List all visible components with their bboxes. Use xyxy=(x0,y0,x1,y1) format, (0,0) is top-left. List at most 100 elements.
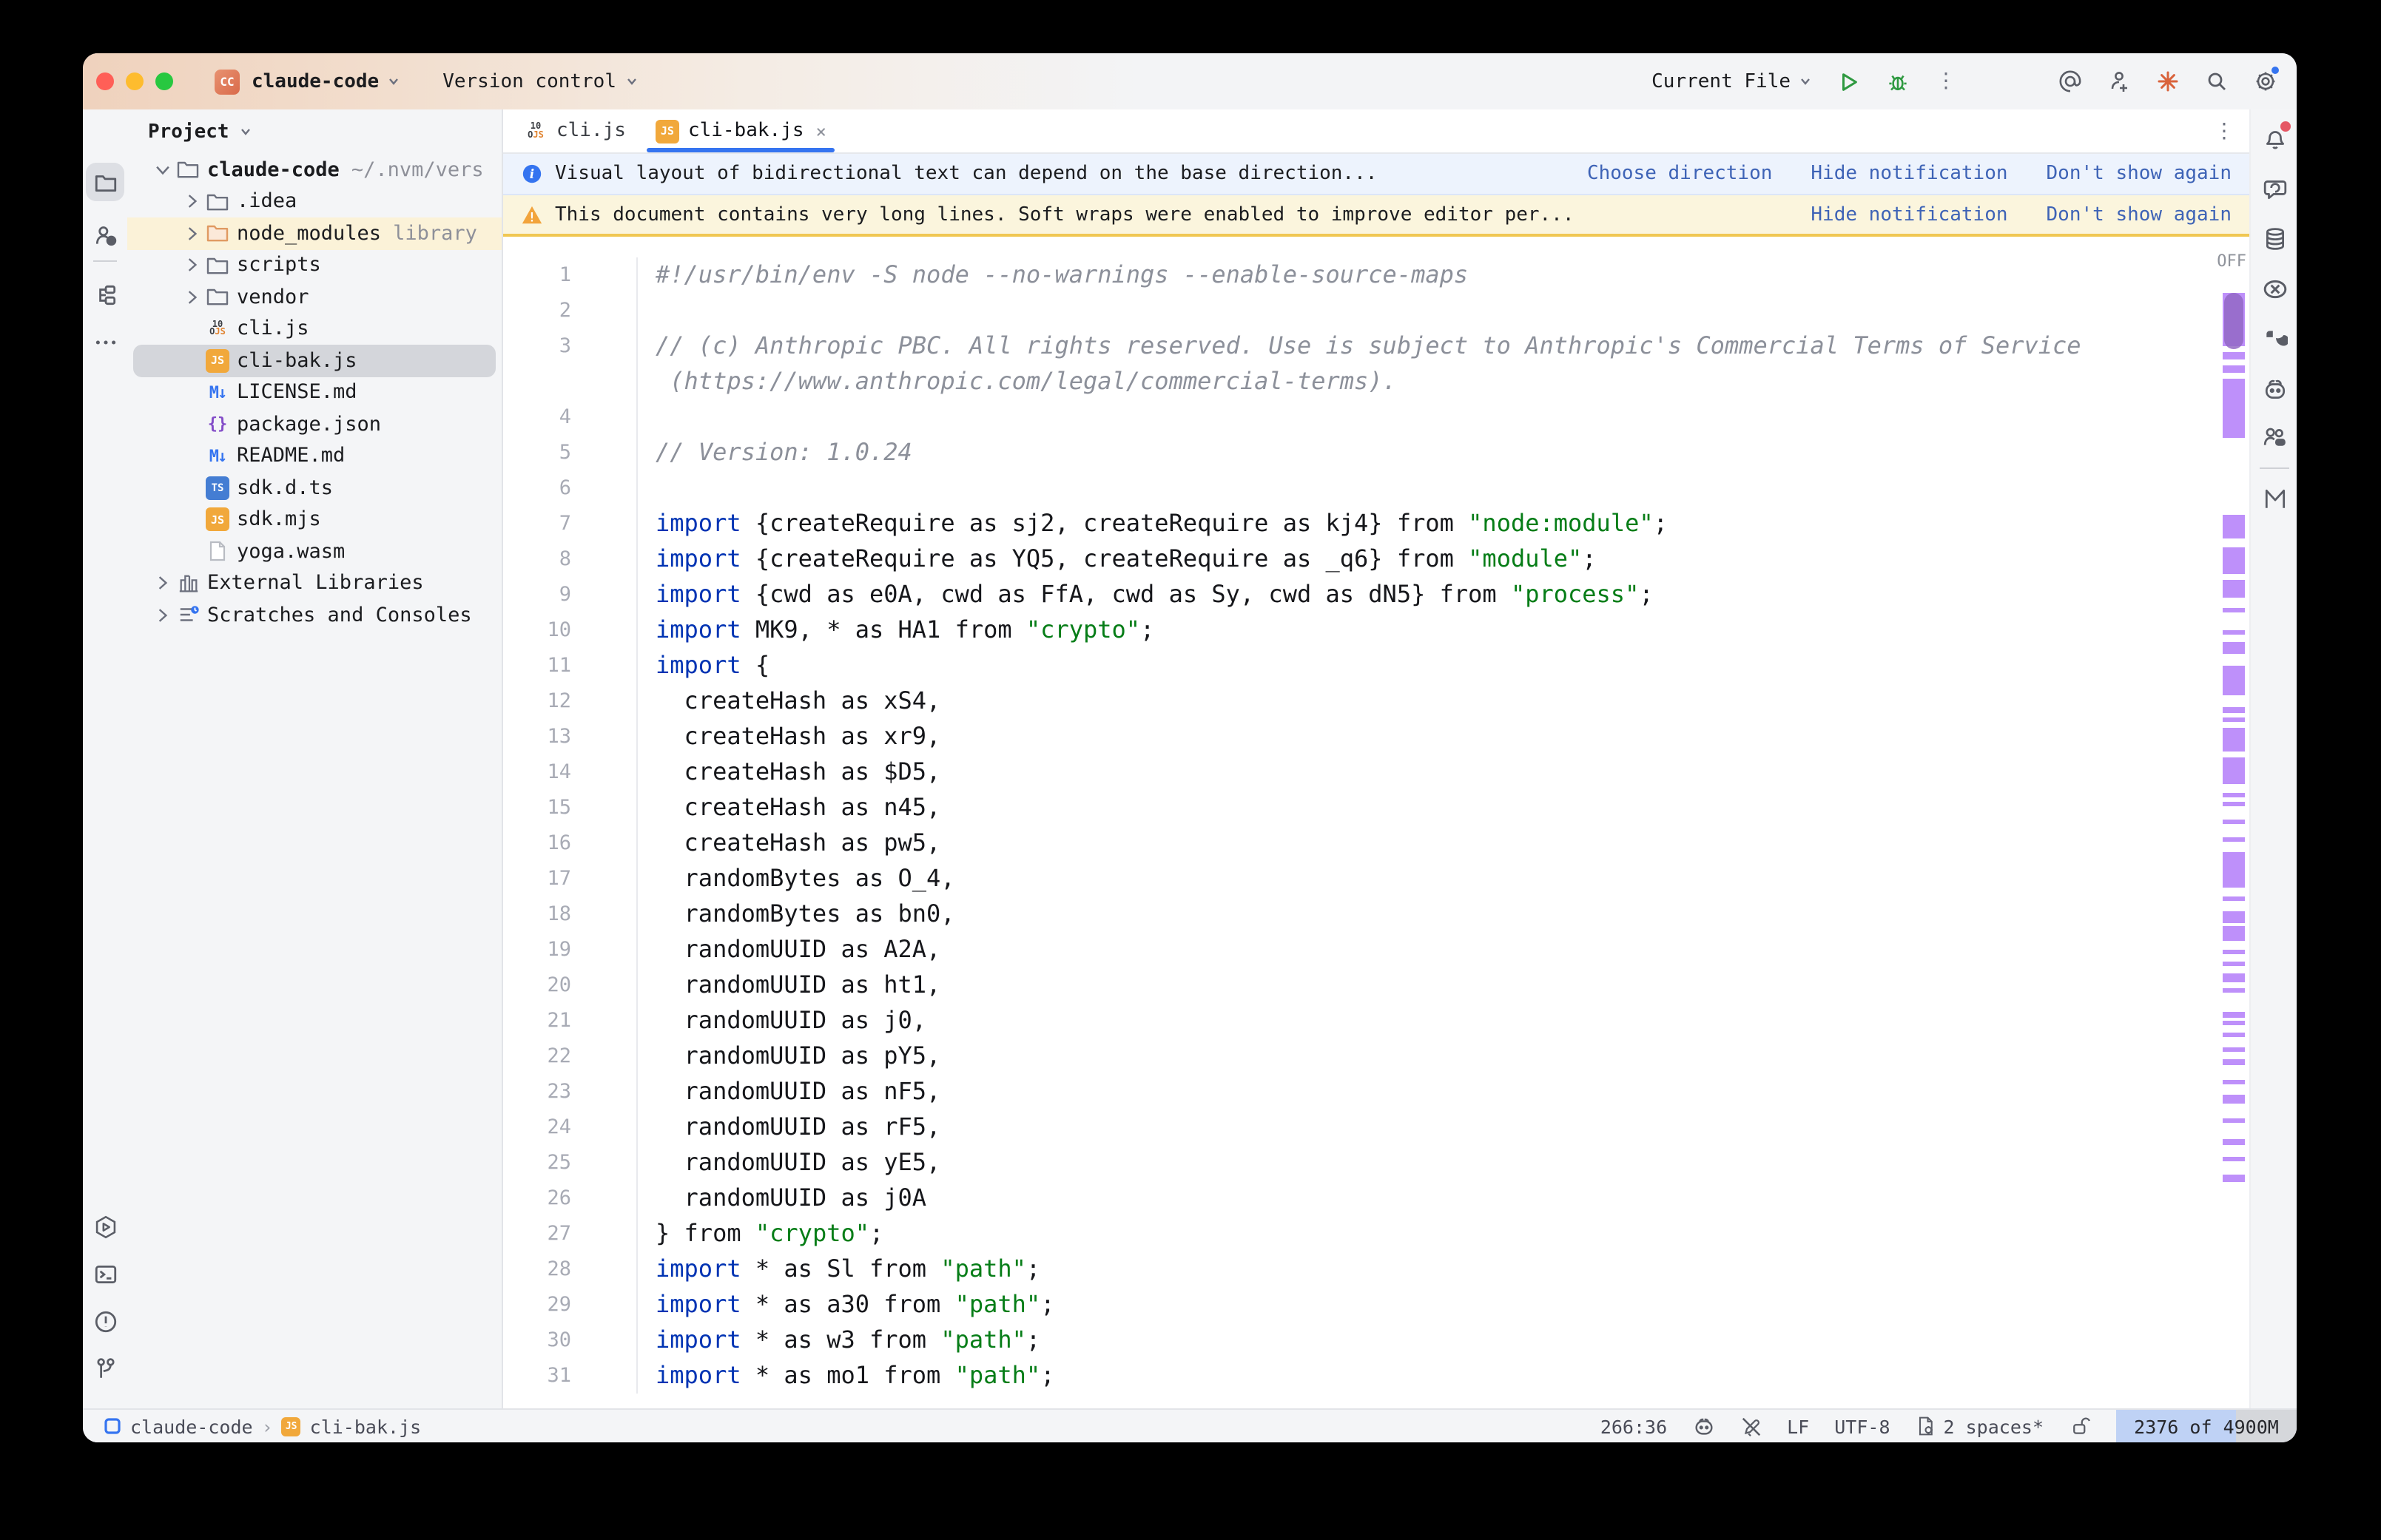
dont-show-again-link[interactable]: Don't show again xyxy=(2047,203,2232,226)
line-number[interactable]: 7 xyxy=(503,506,638,541)
run-icon[interactable] xyxy=(1835,68,1862,95)
line-number[interactable]: 3 xyxy=(503,328,638,364)
problems-tool-button[interactable] xyxy=(86,1302,124,1340)
tree-item-package-json[interactable]: {}package.json xyxy=(127,408,502,440)
line-number[interactable]: 21 xyxy=(503,1003,638,1039)
tree-item-sdk-d-ts[interactable]: TSsdk.d.ts xyxy=(127,472,502,504)
line-number[interactable]: 15 xyxy=(503,790,638,825)
services-tool-button[interactable] xyxy=(86,1207,124,1246)
line-number[interactable]: 29 xyxy=(503,1287,638,1323)
line-number[interactable]: 1 xyxy=(503,257,638,293)
ai-assistant-icon[interactable] xyxy=(2261,175,2288,201)
pinwheel-icon[interactable] xyxy=(2261,325,2288,352)
add-user-icon[interactable] xyxy=(2106,68,2132,95)
code-with-me-icon[interactable] xyxy=(2261,423,2288,450)
caret-position-widget[interactable]: 266:36 xyxy=(1600,1415,1667,1437)
line-number[interactable]: 20 xyxy=(503,967,638,1003)
code-editor[interactable]: 1#!/usr/bin/env -S node --no-warnings --… xyxy=(503,237,2249,1408)
burst-icon[interactable] xyxy=(2155,68,2181,95)
line-number[interactable]: 4 xyxy=(503,399,638,435)
chevron-right-icon[interactable] xyxy=(181,254,204,277)
unlocked-icon[interactable] xyxy=(2069,1415,2091,1437)
breadcrumb-file[interactable]: cli-bak.js xyxy=(310,1415,422,1437)
line-number[interactable]: 17 xyxy=(503,861,638,896)
scrollbar-thumb[interactable] xyxy=(2224,293,2243,349)
tree-item-vendor[interactable]: vendor xyxy=(127,281,502,313)
tab-options-icon[interactable]: ⋮ xyxy=(2214,119,2234,143)
line-number[interactable]: 23 xyxy=(503,1074,638,1110)
bot-icon[interactable] xyxy=(2261,376,2288,402)
line-number[interactable]: 9 xyxy=(503,577,638,612)
tab-cli-js[interactable]: 10OJS cli.js xyxy=(509,109,641,152)
memory-indicator-widget[interactable]: 2376 of 4900M xyxy=(2116,1410,2297,1442)
terminal-tool-button[interactable] xyxy=(86,1254,124,1293)
chevron-right-icon[interactable] xyxy=(181,190,204,214)
chevron-down-icon[interactable] xyxy=(151,158,175,182)
structure-tool-button[interactable] xyxy=(86,275,124,314)
circled-x-icon[interactable] xyxy=(2261,275,2288,302)
line-number[interactable]: 12 xyxy=(503,683,638,719)
git-tool-button[interactable] xyxy=(86,1349,124,1388)
database-icon[interactable] xyxy=(2261,225,2288,251)
project-selector[interactable]: claude-code xyxy=(252,70,401,92)
chevron-right-icon[interactable] xyxy=(151,604,175,627)
line-number[interactable]: 8 xyxy=(503,541,638,577)
tree-item-cli-bak-js[interactable]: JScli-bak.js xyxy=(127,345,502,376)
tree-item-external-libraries[interactable]: External Libraries xyxy=(127,567,502,599)
more-tools-button[interactable] xyxy=(86,322,124,361)
tree-item-readme-md[interactable]: M↓README.md xyxy=(127,440,502,472)
dont-show-again-link[interactable]: Don't show again xyxy=(2047,163,2232,185)
copilot-icon[interactable] xyxy=(1692,1415,1714,1437)
line-number[interactable]: 30 xyxy=(503,1323,638,1358)
chevron-right-icon[interactable] xyxy=(151,572,175,595)
line-number[interactable]: 10 xyxy=(503,612,638,648)
tree-item-sdk-mjs[interactable]: JSsdk.mjs xyxy=(127,504,502,536)
pull-requests-tool-button[interactable]: ? xyxy=(86,216,124,254)
line-number[interactable]: 5 xyxy=(503,435,638,470)
line-number[interactable]: 25 xyxy=(503,1145,638,1181)
notifications-bell-icon[interactable] xyxy=(2261,124,2288,151)
line-number[interactable]: 27 xyxy=(503,1216,638,1252)
project-tool-button[interactable] xyxy=(86,163,124,201)
line-number[interactable]: 26 xyxy=(503,1181,638,1216)
tree-item-scripts[interactable]: scripts xyxy=(127,249,502,281)
editor-scrollbar-stripe[interactable]: OFF xyxy=(2220,237,2249,1408)
line-number[interactable]: 2 xyxy=(503,293,638,328)
line-number[interactable]: 28 xyxy=(503,1252,638,1287)
tab-cli-bak-js[interactable]: JS cli-bak.js × xyxy=(641,109,841,152)
mention-icon[interactable] xyxy=(2057,68,2084,95)
debug-icon[interactable] xyxy=(1884,68,1910,95)
minimize-window-button[interactable] xyxy=(126,72,144,90)
tree-item-claude-code[interactable]: claude-code~/.nvm/vers xyxy=(127,154,502,186)
line-number[interactable]: 18 xyxy=(503,896,638,932)
line-number[interactable]: 6 xyxy=(503,470,638,506)
highlighting-off-icon[interactable] xyxy=(1740,1415,1762,1437)
line-number[interactable]: 24 xyxy=(503,1110,638,1145)
encoding-widget[interactable]: UTF-8 xyxy=(1834,1415,1890,1437)
line-number[interactable]: 11 xyxy=(503,648,638,683)
settings-icon[interactable] xyxy=(2252,68,2279,95)
hide-notification-link[interactable]: Hide notification xyxy=(1811,163,2007,185)
tree-item-node-modules[interactable]: node_moduleslibrary xyxy=(127,217,502,249)
tree-item-scratches-and-consoles[interactable]: Scratches and Consoles xyxy=(127,599,502,631)
version-control-menu[interactable]: Version control xyxy=(442,70,639,92)
chevron-right-icon[interactable] xyxy=(181,222,204,246)
line-number[interactable]: 31 xyxy=(503,1358,638,1394)
m-plugin-icon[interactable] xyxy=(2261,485,2288,512)
tree-item--idea[interactable]: .idea xyxy=(127,186,502,217)
hide-notification-link[interactable]: Hide notification xyxy=(1811,203,2007,226)
chevron-right-icon[interactable] xyxy=(181,286,204,309)
more-actions-icon[interactable]: ⋮ xyxy=(1933,68,1959,95)
zoom-window-button[interactable] xyxy=(155,72,173,90)
line-separator-widget[interactable]: LF xyxy=(1787,1415,1809,1437)
tree-item-license-md[interactable]: M↓LICENSE.md xyxy=(127,376,502,408)
close-window-button[interactable] xyxy=(96,72,114,90)
choose-direction-link[interactable]: Choose direction xyxy=(1587,163,1772,185)
line-number[interactable]: 19 xyxy=(503,932,638,967)
line-number[interactable]: 14 xyxy=(503,754,638,790)
tree-item-yoga-wasm[interactable]: yoga.wasm xyxy=(127,536,502,567)
line-number[interactable] xyxy=(503,364,638,399)
close-tab-icon[interactable]: × xyxy=(816,121,826,141)
project-panel-header[interactable]: Project xyxy=(127,109,502,154)
tree-item-cli-js[interactable]: 10OJScli.js xyxy=(127,313,502,345)
